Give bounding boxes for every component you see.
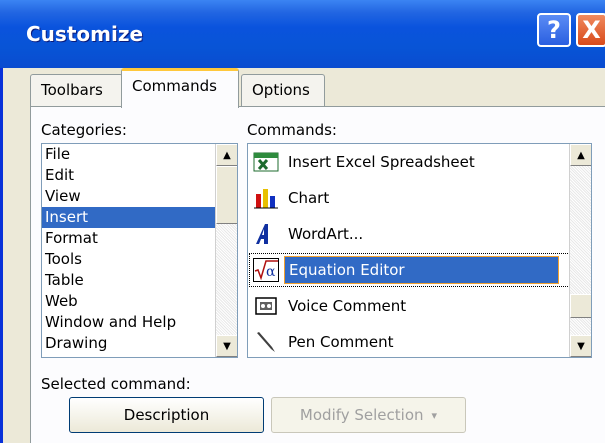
category-item[interactable]: Tools xyxy=(42,249,237,270)
categories-label: Categories: xyxy=(41,121,127,139)
command-item[interactable]: Voice Comment xyxy=(248,288,591,324)
tab-options[interactable]: Options xyxy=(241,74,325,106)
command-item-label: Pen Comment xyxy=(288,333,394,351)
category-item[interactable]: File xyxy=(42,144,237,165)
category-item[interactable]: Drawing xyxy=(42,333,237,354)
tab-toolbars-label: Toolbars xyxy=(41,81,103,99)
tab-options-label: Options xyxy=(252,81,310,99)
tab-commands-label: Commands xyxy=(132,77,217,95)
wordart-icon xyxy=(252,221,280,247)
selected-command-label: Selected command: xyxy=(41,375,191,393)
category-item[interactable]: Insert xyxy=(42,207,237,228)
customize-dialog: Customize ? X Toolbars Commands Options … xyxy=(0,0,605,443)
command-item-label: Insert Excel Spreadsheet xyxy=(288,153,475,171)
categories-scrollbar[interactable]: ▲ ▼ xyxy=(215,144,237,357)
category-item[interactable]: Window and Help xyxy=(42,312,237,333)
command-item-label: Equation Editor xyxy=(284,256,559,284)
pen-comment-icon xyxy=(252,329,280,355)
command-item[interactable]: α Equation Editor xyxy=(248,252,591,288)
commands-listbox[interactable]: Insert Excel Spreadsheet Chart WordArt... α… xyxy=(247,143,592,358)
commands-scroll-down[interactable]: ▼ xyxy=(570,335,591,357)
equation-icon: α xyxy=(252,257,280,283)
modify-selection-button[interactable]: Modify Selection ▾ xyxy=(271,397,466,433)
command-item-label: Chart xyxy=(288,189,330,207)
commands-scroll-up[interactable]: ▲ xyxy=(570,144,591,166)
description-button[interactable]: Description xyxy=(69,397,264,433)
tab-commands[interactable]: Commands xyxy=(121,68,239,108)
command-item-label: WordArt... xyxy=(288,225,364,243)
title-bar[interactable]: Customize ? X xyxy=(0,0,605,68)
excel-icon xyxy=(252,149,280,175)
categories-scroll-thumb[interactable] xyxy=(216,166,237,224)
category-item[interactable]: Web xyxy=(42,291,237,312)
command-item[interactable]: Insert Excel Spreadsheet xyxy=(248,144,591,180)
commands-scroll-thumb[interactable] xyxy=(570,294,591,318)
modify-selection-arrow-icon: ▾ xyxy=(431,408,438,422)
help-button[interactable]: ? xyxy=(537,13,571,47)
command-item[interactable]: Chart xyxy=(248,180,591,216)
commands-scrollbar[interactable]: ▲ ▼ xyxy=(569,144,591,357)
close-button[interactable]: X xyxy=(576,13,605,47)
categories-scroll-up[interactable]: ▲ xyxy=(216,144,237,166)
command-item[interactable]: Pen Comment xyxy=(248,324,591,357)
category-item[interactable]: Format xyxy=(42,228,237,249)
category-item[interactable]: Edit xyxy=(42,165,237,186)
voice-comment-icon xyxy=(252,293,280,319)
commands-label: Commands: xyxy=(247,121,337,139)
command-item[interactable]: WordArt... xyxy=(248,216,591,252)
svg-text:α: α xyxy=(266,264,276,280)
categories-scroll-down[interactable]: ▼ xyxy=(216,335,237,357)
chart-icon xyxy=(252,185,280,211)
command-item-label: Voice Comment xyxy=(288,297,407,315)
category-item[interactable]: Table xyxy=(42,270,237,291)
category-item[interactable]: View xyxy=(42,186,237,207)
commands-panel: Categories: Commands: File Edit View Insert… xyxy=(30,106,605,443)
window-title: Customize xyxy=(26,22,144,46)
categories-listbox[interactable]: File Edit View Insert Format Tools Table Web Win… xyxy=(41,143,238,358)
modify-selection-label: Modify Selection xyxy=(299,406,424,424)
description-button-label: Description xyxy=(123,406,210,424)
tab-toolbars[interactable]: Toolbars xyxy=(30,74,123,106)
